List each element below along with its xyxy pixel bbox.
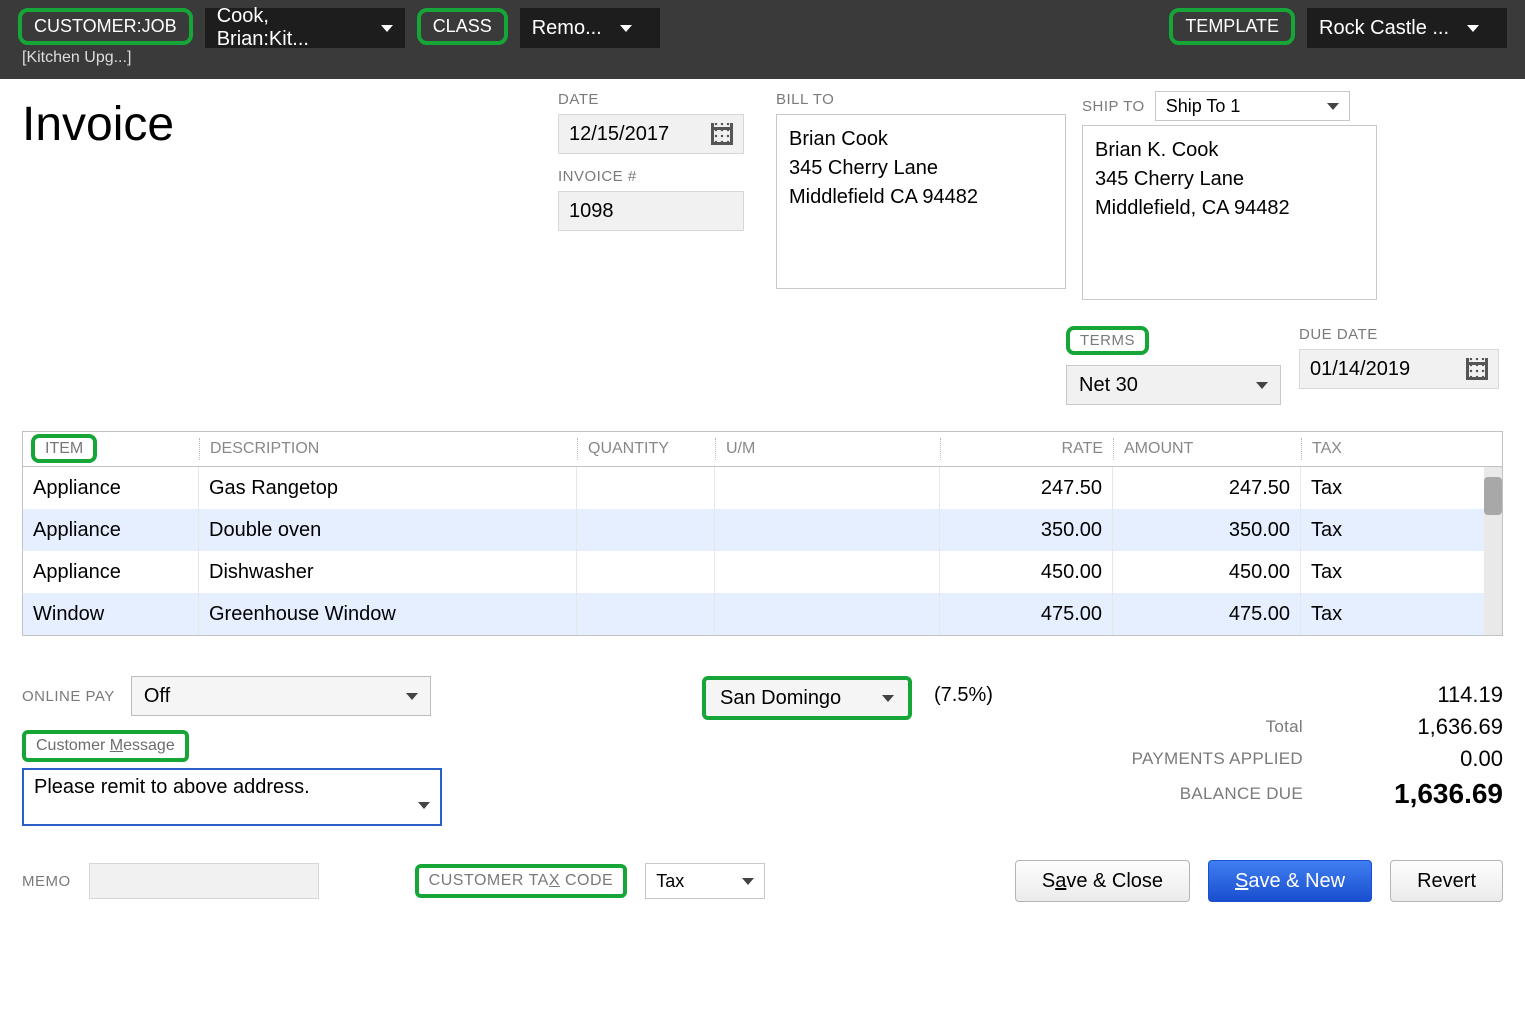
table-row[interactable]: WindowGreenhouse Window475.00475.00Tax bbox=[23, 593, 1502, 635]
table-row[interactable]: ApplianceDishwasher450.00450.00Tax bbox=[23, 551, 1502, 593]
customer-tax-code-label: CUSTOMER TAX CODE bbox=[415, 864, 628, 898]
customer-job-value: Cook, Brian:Kit... bbox=[217, 5, 363, 51]
tax-amount: 114.19 bbox=[1333, 682, 1503, 708]
save-close-button[interactable]: Save & Close bbox=[1015, 860, 1190, 902]
terms-dropdown[interactable]: Net 30 bbox=[1066, 365, 1281, 405]
chevron-down-icon bbox=[1327, 103, 1339, 110]
col-header-tax: TAX bbox=[1301, 438, 1502, 460]
memo-input[interactable] bbox=[89, 863, 319, 899]
revert-button[interactable]: Revert bbox=[1390, 860, 1503, 902]
calendar-icon[interactable] bbox=[1466, 358, 1488, 380]
col-header-description: DESCRIPTION bbox=[199, 438, 577, 460]
date-label: DATE bbox=[558, 91, 776, 108]
customer-job-dropdown[interactable]: Cook, Brian:Kit... bbox=[205, 8, 405, 48]
payments-label: PAYMENTS APPLIED bbox=[1043, 749, 1303, 769]
online-pay-dropdown[interactable]: Off bbox=[131, 676, 431, 716]
chevron-down-icon bbox=[406, 693, 418, 700]
col-header-um: U/M bbox=[715, 438, 940, 460]
template-dropdown[interactable]: Rock Castle ... bbox=[1307, 8, 1507, 48]
ship-to-label: SHIP TO bbox=[1082, 98, 1145, 115]
table-row[interactable]: ApplianceGas Rangetop247.50247.50Tax bbox=[23, 467, 1502, 509]
due-date-input[interactable]: 01/14/2019 bbox=[1299, 349, 1499, 389]
customer-message-dropdown[interactable]: Please remit to above address. bbox=[22, 768, 442, 826]
calendar-icon[interactable] bbox=[711, 123, 733, 145]
class-label: CLASS bbox=[417, 8, 508, 45]
line-items-table: ITEM DESCRIPTION QUANTITY U/M RATE AMOUN… bbox=[22, 431, 1503, 636]
ship-to-text[interactable]: Brian K. Cook 345 Cherry Lane Middlefiel… bbox=[1082, 125, 1377, 300]
online-pay-label: ONLINE PAY bbox=[22, 688, 115, 705]
total-value: 1,636.69 bbox=[1333, 714, 1503, 740]
invoice-no-label: INVOICE # bbox=[558, 168, 776, 185]
chevron-down-icon bbox=[882, 695, 894, 702]
customer-message-label: Customer Message bbox=[22, 730, 189, 762]
col-header-quantity: QUANTITY bbox=[577, 438, 715, 460]
class-value: Remo... bbox=[532, 17, 602, 40]
terms-label: TERMS bbox=[1066, 326, 1149, 355]
tax-rate-text: (7.5%) bbox=[934, 676, 993, 816]
chevron-down-icon bbox=[418, 802, 430, 809]
customer-job-label: CUSTOMER:JOB bbox=[18, 8, 193, 45]
customer-tax-code-dropdown[interactable]: Tax bbox=[645, 863, 765, 899]
scrollbar[interactable] bbox=[1484, 467, 1502, 635]
total-label: Total bbox=[1043, 717, 1303, 737]
payments-value: 0.00 bbox=[1333, 746, 1503, 772]
col-header-amount: AMOUNT bbox=[1113, 438, 1301, 460]
col-header-item: ITEM bbox=[31, 434, 97, 463]
due-date-label: DUE DATE bbox=[1299, 326, 1499, 343]
ship-to-dropdown[interactable]: Ship To 1 bbox=[1155, 91, 1350, 121]
chevron-down-icon bbox=[1467, 25, 1479, 32]
chevron-down-icon bbox=[381, 25, 393, 32]
date-input[interactable]: 12/15/2017 bbox=[558, 114, 744, 154]
chevron-down-icon bbox=[1256, 382, 1268, 389]
memo-label: MEMO bbox=[22, 873, 71, 890]
template-label: TEMPLATE bbox=[1169, 8, 1295, 45]
balance-value: 1,636.69 bbox=[1333, 778, 1503, 810]
tax-item-dropdown[interactable]: San Domingo bbox=[702, 676, 912, 720]
class-dropdown[interactable]: Remo... bbox=[520, 8, 660, 48]
template-value: Rock Castle ... bbox=[1319, 17, 1449, 40]
bill-to-label: BILL TO bbox=[776, 91, 1082, 108]
save-new-button[interactable]: Save & New bbox=[1208, 860, 1372, 902]
chevron-down-icon bbox=[620, 25, 632, 32]
page-title: Invoice bbox=[22, 97, 558, 152]
balance-label: BALANCE DUE bbox=[1043, 784, 1303, 804]
top-toolbar: CUSTOMER:JOB [Kitchen Upg...] Cook, Bria… bbox=[0, 0, 1525, 79]
customer-job-sub: [Kitchen Upg...] bbox=[22, 49, 193, 67]
bill-to-text[interactable]: Brian Cook 345 Cherry Lane Middlefield C… bbox=[776, 114, 1066, 289]
table-row[interactable]: ApplianceDouble oven350.00350.00Tax bbox=[23, 509, 1502, 551]
col-header-rate: RATE bbox=[940, 438, 1113, 460]
invoice-no-input[interactable]: 1098 bbox=[558, 191, 744, 231]
chevron-down-icon bbox=[742, 878, 754, 885]
